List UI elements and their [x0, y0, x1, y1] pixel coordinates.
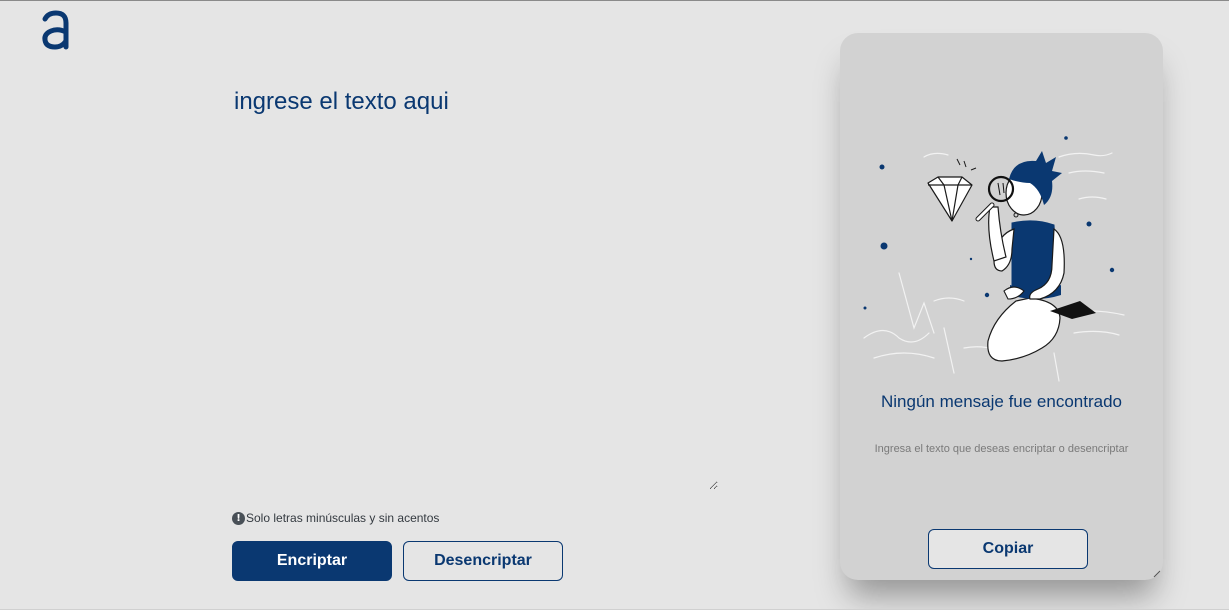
output-panel: Ningún mensaje fue encontrado Ingresa el… — [840, 33, 1163, 580]
window-top-border — [0, 0, 1229, 1]
encrypt-button[interactable]: Encriptar — [232, 541, 392, 581]
decrypt-button[interactable]: Desencriptar — [403, 541, 563, 581]
info-icon: ! — [232, 511, 245, 525]
copy-button[interactable]: Copiar — [928, 529, 1088, 569]
resize-grip-icon[interactable] — [1153, 570, 1161, 578]
no-message-subtitle: Ingresa el texto que deseas encriptar o … — [874, 443, 1129, 455]
no-message-title: Ningún mensaje fue encontrado — [881, 392, 1122, 411]
input-hint: ! Solo letras minúsculas y sin acentos — [232, 510, 439, 526]
message-input[interactable] — [232, 84, 718, 490]
alura-logo-icon[interactable] — [40, 10, 72, 50]
person-with-magnifier-diamond-illustration — [863, 136, 1125, 382]
input-hint-text: Solo letras minúsculas y sin acentos — [246, 511, 440, 525]
